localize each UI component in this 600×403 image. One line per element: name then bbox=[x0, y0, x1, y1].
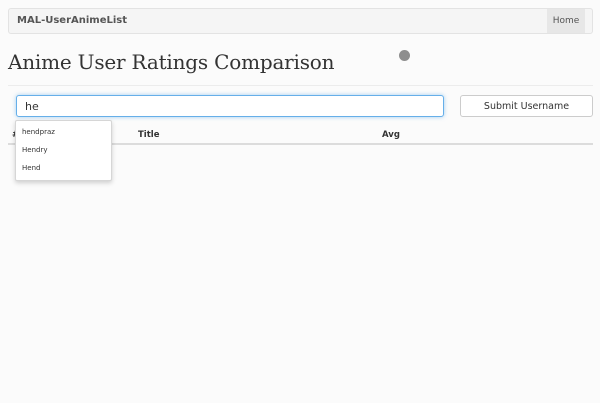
divider bbox=[8, 85, 593, 86]
autocomplete-dropdown: hendpraz Hendry Hend bbox=[15, 120, 112, 181]
autocomplete-option[interactable]: Hendry bbox=[22, 146, 47, 154]
page-title: Anime User Ratings Comparison bbox=[8, 50, 335, 74]
loading-spinner-icon bbox=[399, 50, 410, 61]
submit-username-button[interactable]: Submit Username bbox=[460, 95, 593, 117]
autocomplete-option[interactable]: hendpraz bbox=[22, 128, 55, 136]
brand-link[interactable]: MAL-UserAnimeList bbox=[17, 15, 127, 26]
navbar: MAL-UserAnimeList Home bbox=[8, 8, 593, 34]
column-header-title: Title bbox=[138, 130, 160, 140]
column-header-avg: Avg bbox=[382, 130, 400, 140]
username-search-input[interactable] bbox=[16, 95, 444, 117]
nav-home-link[interactable]: Home bbox=[547, 9, 585, 33]
autocomplete-option[interactable]: Hend bbox=[22, 164, 40, 172]
